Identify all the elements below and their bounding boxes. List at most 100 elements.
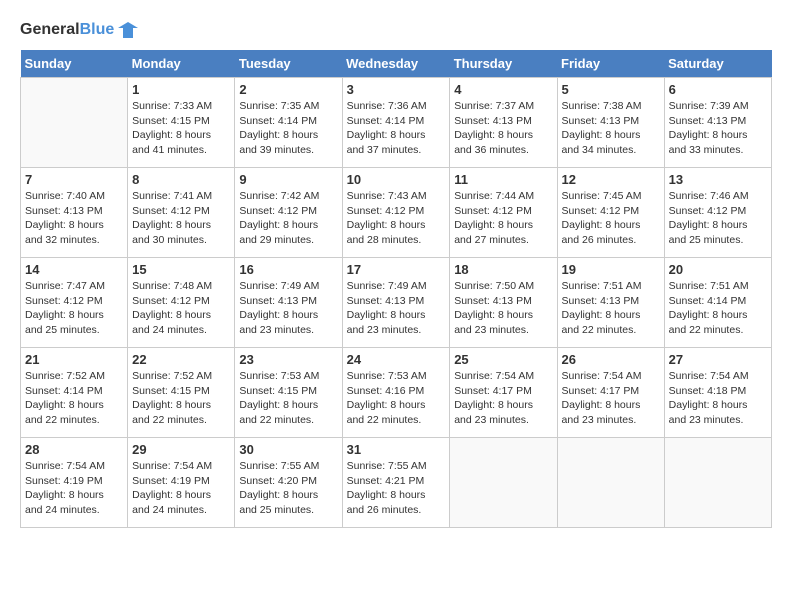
day-number: 3 [347, 82, 446, 97]
calendar-cell: 13 Sunrise: 7:46 AM Sunset: 4:12 PM Dayli… [664, 168, 771, 258]
calendar-week-3: 14Sunrise: 7:47 AM Sunset: 4:12 PM Dayli… [21, 258, 772, 348]
day-number: 6 [669, 82, 767, 97]
day-info: Sunrise: 7:54 AM Sunset: 4:17 PM Dayligh… [562, 369, 660, 428]
calendar-header-row: SundayMondayTuesdayWednesdayThursdayFrid… [21, 50, 772, 78]
day-number: 28 [25, 442, 123, 457]
day-number: 19 [562, 262, 660, 277]
day-number: 22 [132, 352, 230, 367]
calendar-cell: 19 Sunrise: 7:51 AM Sunset: 4:13 PM Dayli… [557, 258, 664, 348]
day-info: Sunrise: 7:36 AM Sunset: 4:14 PM Dayligh… [347, 99, 446, 158]
day-info: Sunrise: 7:44 AM Sunset: 4:12 PM Dayligh… [454, 189, 552, 248]
calendar-cell: 30 Sunrise: 7:55 AM Sunset: 4:20 PM Dayli… [235, 438, 342, 528]
day-info: Sunrise: 7:41 AM Sunset: 4:12 PM Dayligh… [132, 189, 230, 248]
calendar-cell [557, 438, 664, 528]
day-info: Sunrise: 7:45 AM Sunset: 4:12 PM Dayligh… [562, 189, 660, 248]
day-number: 23 [239, 352, 337, 367]
calendar-cell: 26Sunrise: 7:54 AM Sunset: 4:17 PM Dayli… [557, 348, 664, 438]
day-number: 21 [25, 352, 123, 367]
day-number: 25 [454, 352, 552, 367]
calendar-cell: 4 Sunrise: 7:37 AM Sunset: 4:13 PM Daylig… [450, 78, 557, 168]
day-info: Sunrise: 7:54 AM Sunset: 4:19 PM Dayligh… [132, 459, 230, 518]
calendar-cell: 16Sunrise: 7:49 AM Sunset: 4:13 PM Dayli… [235, 258, 342, 348]
day-info: Sunrise: 7:49 AM Sunset: 4:13 PM Dayligh… [347, 279, 446, 338]
day-info: Sunrise: 7:54 AM Sunset: 4:19 PM Dayligh… [25, 459, 123, 518]
calendar-cell: 25 Sunrise: 7:54 AM Sunset: 4:17 PM Dayli… [450, 348, 557, 438]
calendar-week-4: 21 Sunrise: 7:52 AM Sunset: 4:14 PM Dayli… [21, 348, 772, 438]
calendar-cell: 10 Sunrise: 7:43 AM Sunset: 4:12 PM Dayli… [342, 168, 450, 258]
day-number: 20 [669, 262, 767, 277]
calendar-cell [664, 438, 771, 528]
logo: GeneralBlue [20, 20, 138, 40]
day-number: 7 [25, 172, 123, 187]
calendar-week-1: 1 Sunrise: 7:33 AM Sunset: 4:15 PM Daylig… [21, 78, 772, 168]
calendar-cell: 14Sunrise: 7:47 AM Sunset: 4:12 PM Dayli… [21, 258, 128, 348]
day-number: 1 [132, 82, 230, 97]
calendar-cell: 3 Sunrise: 7:36 AM Sunset: 4:14 PM Daylig… [342, 78, 450, 168]
calendar-cell: 9 Sunrise: 7:42 AM Sunset: 4:12 PM Daylig… [235, 168, 342, 258]
day-number: 9 [239, 172, 337, 187]
header-saturday: Saturday [664, 50, 771, 78]
calendar-cell [21, 78, 128, 168]
day-number: 4 [454, 82, 552, 97]
day-info: Sunrise: 7:33 AM Sunset: 4:15 PM Dayligh… [132, 99, 230, 158]
day-info: Sunrise: 7:49 AM Sunset: 4:13 PM Dayligh… [239, 279, 337, 338]
day-info: Sunrise: 7:51 AM Sunset: 4:13 PM Dayligh… [562, 279, 660, 338]
day-info: Sunrise: 7:37 AM Sunset: 4:13 PM Dayligh… [454, 99, 552, 158]
page-header: GeneralBlue [20, 20, 772, 40]
day-number: 30 [239, 442, 337, 457]
calendar-cell: 20 Sunrise: 7:51 AM Sunset: 4:14 PM Dayli… [664, 258, 771, 348]
calendar-cell: 29 Sunrise: 7:54 AM Sunset: 4:19 PM Dayli… [128, 438, 235, 528]
day-info: Sunrise: 7:46 AM Sunset: 4:12 PM Dayligh… [669, 189, 767, 248]
calendar-cell: 31 Sunrise: 7:55 AM Sunset: 4:21 PM Dayli… [342, 438, 450, 528]
calendar-cell: 24 Sunrise: 7:53 AM Sunset: 4:16 PM Dayli… [342, 348, 450, 438]
day-info: Sunrise: 7:38 AM Sunset: 4:13 PM Dayligh… [562, 99, 660, 158]
day-info: Sunrise: 7:55 AM Sunset: 4:21 PM Dayligh… [347, 459, 446, 518]
day-info: Sunrise: 7:54 AM Sunset: 4:17 PM Dayligh… [454, 369, 552, 428]
calendar-cell: 27 Sunrise: 7:54 AM Sunset: 4:18 PM Dayli… [664, 348, 771, 438]
calendar-cell: 22 Sunrise: 7:52 AM Sunset: 4:15 PM Dayli… [128, 348, 235, 438]
day-number: 12 [562, 172, 660, 187]
day-info: Sunrise: 7:52 AM Sunset: 4:15 PM Dayligh… [132, 369, 230, 428]
day-info: Sunrise: 7:39 AM Sunset: 4:13 PM Dayligh… [669, 99, 767, 158]
calendar-cell: 1 Sunrise: 7:33 AM Sunset: 4:15 PM Daylig… [128, 78, 235, 168]
calendar-cell: 6 Sunrise: 7:39 AM Sunset: 4:13 PM Daylig… [664, 78, 771, 168]
day-info: Sunrise: 7:53 AM Sunset: 4:15 PM Dayligh… [239, 369, 337, 428]
day-number: 31 [347, 442, 446, 457]
day-info: Sunrise: 7:48 AM Sunset: 4:12 PM Dayligh… [132, 279, 230, 338]
calendar-cell: 23 Sunrise: 7:53 AM Sunset: 4:15 PM Dayli… [235, 348, 342, 438]
day-number: 11 [454, 172, 552, 187]
day-info: Sunrise: 7:55 AM Sunset: 4:20 PM Dayligh… [239, 459, 337, 518]
day-info: Sunrise: 7:43 AM Sunset: 4:12 PM Dayligh… [347, 189, 446, 248]
calendar-cell: 15Sunrise: 7:48 AM Sunset: 4:12 PM Dayli… [128, 258, 235, 348]
day-number: 13 [669, 172, 767, 187]
calendar-week-2: 7 Sunrise: 7:40 AM Sunset: 4:13 PM Daylig… [21, 168, 772, 258]
calendar-cell: 2 Sunrise: 7:35 AM Sunset: 4:14 PM Daylig… [235, 78, 342, 168]
calendar-cell: 28 Sunrise: 7:54 AM Sunset: 4:19 PM Dayli… [21, 438, 128, 528]
day-info: Sunrise: 7:35 AM Sunset: 4:14 PM Dayligh… [239, 99, 337, 158]
calendar-cell: 7 Sunrise: 7:40 AM Sunset: 4:13 PM Daylig… [21, 168, 128, 258]
calendar-cell [450, 438, 557, 528]
calendar-cell: 21 Sunrise: 7:52 AM Sunset: 4:14 PM Dayli… [21, 348, 128, 438]
day-info: Sunrise: 7:40 AM Sunset: 4:13 PM Dayligh… [25, 189, 123, 248]
calendar-week-5: 28 Sunrise: 7:54 AM Sunset: 4:19 PM Dayli… [21, 438, 772, 528]
day-info: Sunrise: 7:42 AM Sunset: 4:12 PM Dayligh… [239, 189, 337, 248]
calendar-cell: 5 Sunrise: 7:38 AM Sunset: 4:13 PM Daylig… [557, 78, 664, 168]
day-info: Sunrise: 7:47 AM Sunset: 4:12 PM Dayligh… [25, 279, 123, 338]
logo-general: GeneralBlue [20, 21, 114, 39]
calendar-cell: 12 Sunrise: 7:45 AM Sunset: 4:12 PM Dayli… [557, 168, 664, 258]
day-info: Sunrise: 7:52 AM Sunset: 4:14 PM Dayligh… [25, 369, 123, 428]
day-number: 10 [347, 172, 446, 187]
day-number: 5 [562, 82, 660, 97]
day-info: Sunrise: 7:54 AM Sunset: 4:18 PM Dayligh… [669, 369, 767, 428]
day-number: 2 [239, 82, 337, 97]
day-info: Sunrise: 7:51 AM Sunset: 4:14 PM Dayligh… [669, 279, 767, 338]
day-number: 17 [347, 262, 446, 277]
header-sunday: Sunday [21, 50, 128, 78]
header-friday: Friday [557, 50, 664, 78]
day-number: 29 [132, 442, 230, 457]
day-number: 27 [669, 352, 767, 367]
day-number: 24 [347, 352, 446, 367]
day-info: Sunrise: 7:53 AM Sunset: 4:16 PM Dayligh… [347, 369, 446, 428]
day-number: 8 [132, 172, 230, 187]
header-monday: Monday [128, 50, 235, 78]
